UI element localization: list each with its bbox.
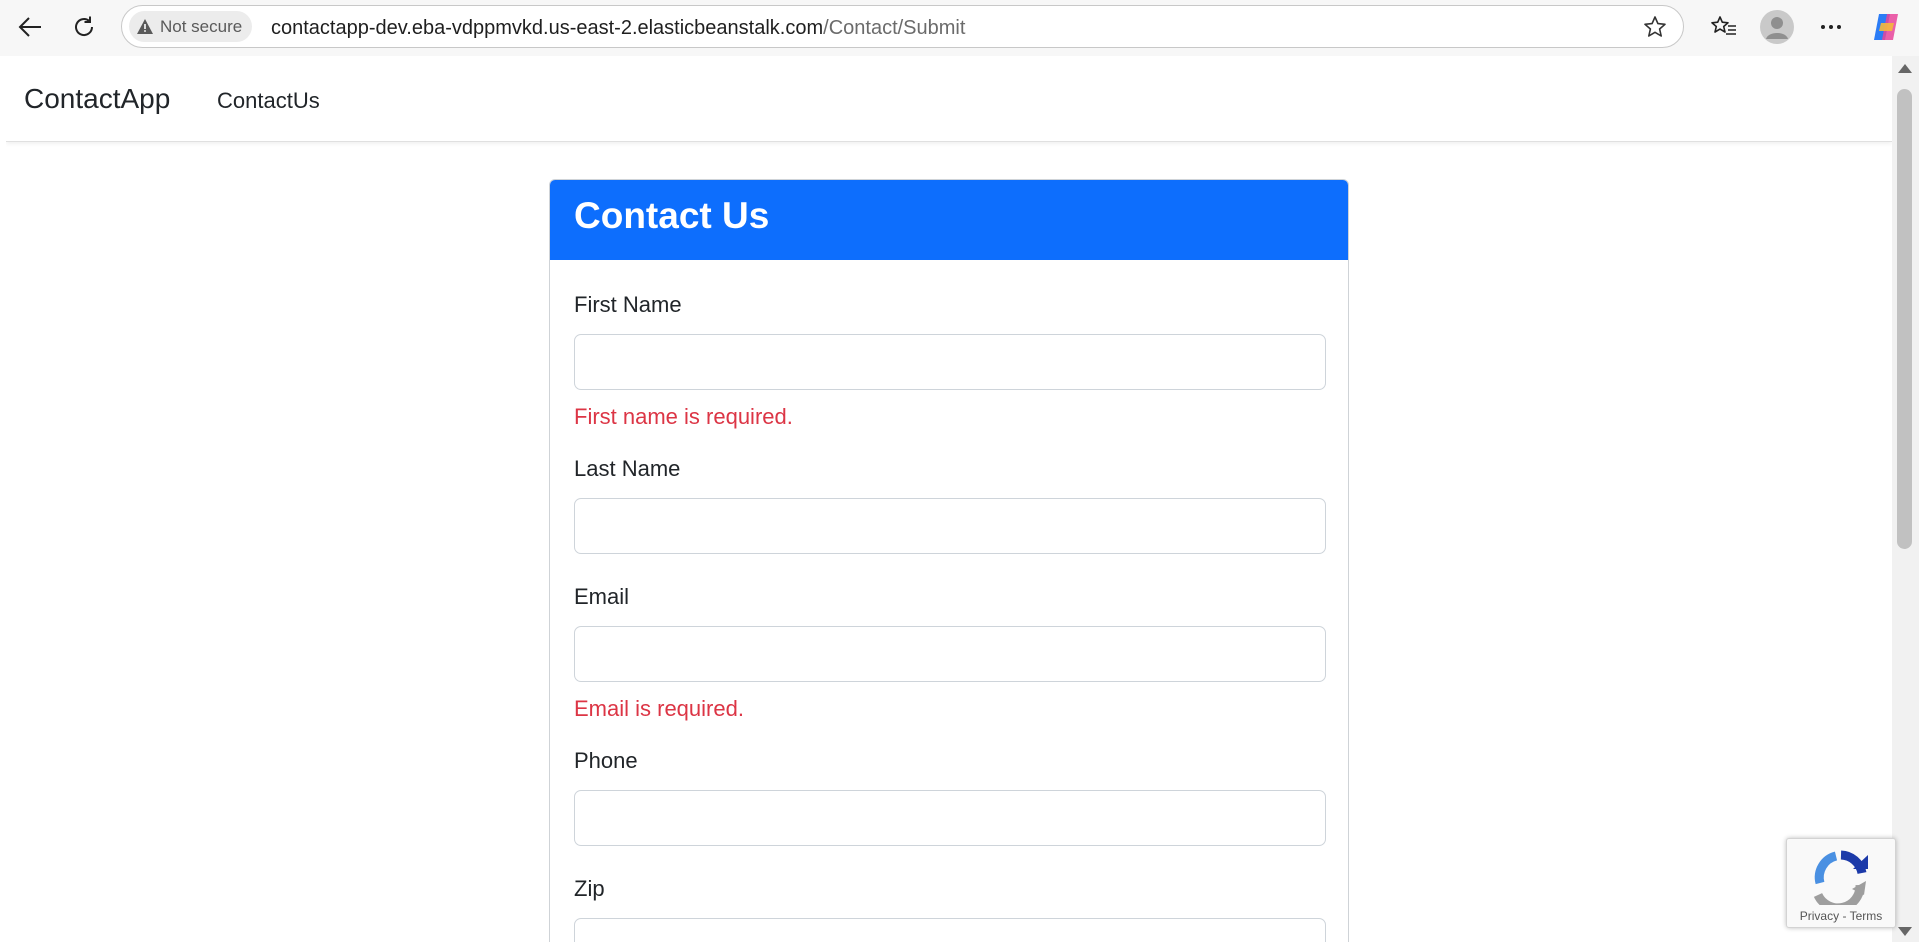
copilot-button[interactable] (1866, 8, 1906, 46)
url-text: contactapp-dev.eba-vdppmvkd.us-east-2.el… (271, 17, 965, 40)
email-label: Email (574, 584, 630, 609)
scroll-down-arrow-icon[interactable] (1898, 927, 1912, 936)
favorite-button[interactable] (1643, 15, 1667, 44)
page-viewport: ContactApp ContactUs Contact Us First Na… (6, 56, 1892, 942)
favorite-star-icon (1644, 16, 1666, 37)
favorites-list-icon (1711, 16, 1736, 35)
first-name-label: First Name (574, 292, 682, 317)
zip-input[interactable] (574, 918, 1326, 942)
browser-toolbar: Not secure contactapp-dev.eba-vdppmvkd.u… (0, 0, 1919, 56)
first-name-input[interactable] (574, 334, 1326, 390)
url-host: contactapp-dev.eba-vdppmvkd.us-east-2.el… (271, 17, 824, 39)
profile-button[interactable] (1757, 8, 1797, 46)
recaptcha-links: Privacy - Terms (1787, 909, 1895, 923)
copilot-icon (1874, 14, 1898, 40)
back-button[interactable] (12, 10, 48, 44)
more-options-icon (1821, 25, 1841, 29)
address-bar[interactable]: Not secure contactapp-dev.eba-vdppmvkd.u… (121, 5, 1684, 48)
scroll-up-arrow-icon[interactable] (1898, 64, 1912, 73)
email-error: Email is required. (574, 696, 744, 721)
last-name-input[interactable] (574, 498, 1326, 554)
phone-label: Phone (574, 748, 638, 773)
profile-avatar-icon (1760, 10, 1794, 44)
warning-icon (137, 19, 153, 34)
security-label: Not secure (160, 16, 243, 36)
scrollbar-thumb[interactable] (1897, 89, 1912, 549)
refresh-icon (75, 16, 94, 36)
email-input[interactable] (574, 626, 1326, 682)
recaptcha-privacy-link[interactable]: Privacy (1800, 909, 1839, 923)
phone-input[interactable] (574, 790, 1326, 846)
url-path: /Contact/Submit (823, 17, 966, 39)
security-indicator[interactable]: Not secure (129, 11, 253, 42)
nav-link-contactus[interactable]: ContactUs (217, 88, 320, 114)
more-options-button[interactable] (1813, 8, 1849, 46)
recaptcha-separator: - (1839, 909, 1850, 923)
zip-label: Zip (574, 876, 605, 901)
page-scrollbar[interactable] (1892, 56, 1919, 942)
first-name-error: First name is required. (574, 404, 793, 429)
recaptcha-badge[interactable]: Privacy - Terms (1786, 838, 1896, 928)
card-title: Contact Us (550, 180, 1348, 260)
last-name-label: Last Name (574, 456, 681, 481)
favorites-button[interactable] (1705, 8, 1743, 46)
contact-card: Contact Us First Name First name is requ… (549, 179, 1349, 942)
brand-link[interactable]: ContactApp (24, 83, 170, 115)
recaptcha-terms-link[interactable]: Terms (1850, 909, 1883, 923)
back-icon (18, 17, 41, 37)
refresh-button[interactable] (66, 10, 102, 44)
recaptcha-logo-icon (1813, 850, 1868, 905)
navbar: ContactApp ContactUs (6, 56, 1892, 142)
